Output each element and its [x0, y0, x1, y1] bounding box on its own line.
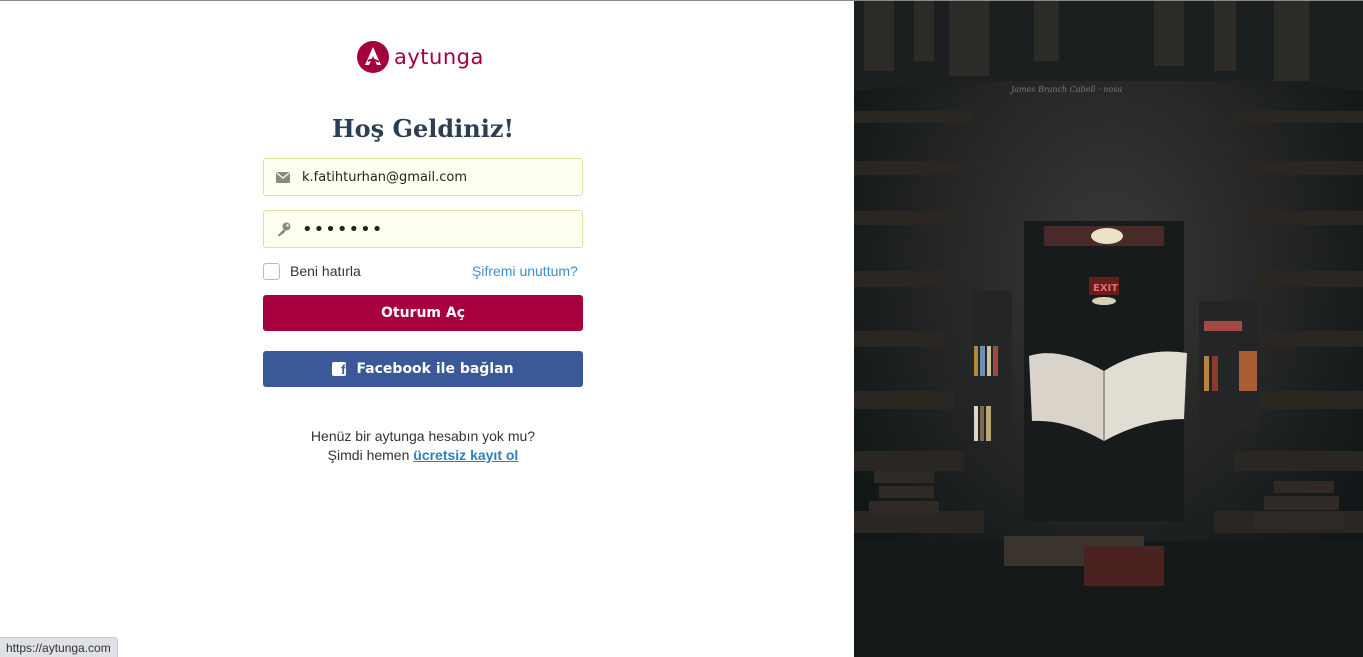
facebook-login-button[interactable]: f Facebook ile bağlan	[263, 351, 583, 387]
signup-prefix: Şimdi hemen	[327, 447, 414, 463]
remember-checkbox[interactable]	[263, 262, 280, 280]
password-field[interactable]	[263, 210, 583, 248]
password-input[interactable]	[302, 211, 572, 247]
envelope-icon	[264, 159, 302, 195]
brand-name: aytunga	[394, 45, 484, 69]
library-illustration: James Branch Cabell · nosa EXIT	[854, 1, 1363, 657]
exit-sign: EXIT	[1093, 283, 1118, 294]
remember-label: Beni hatırla	[290, 263, 361, 279]
book-spine-label: James Branch Cabell · nosa	[1009, 85, 1122, 94]
aytunga-logo-icon	[357, 41, 389, 73]
signup-line1: Henüz bir aytunga hesabın yok mu?	[310, 428, 536, 444]
signup-prompt: Henüz bir aytunga hesabın yok mu? Şimdi …	[263, 427, 583, 465]
key-icon	[264, 211, 302, 247]
facebook-button-label: Facebook ile bağlan	[356, 361, 514, 377]
brand-logo[interactable]: aytunga	[357, 40, 484, 74]
remember-me[interactable]: Beni hatırla	[263, 262, 361, 280]
email-field[interactable]	[263, 158, 583, 196]
forgot-password-link[interactable]: Şifremi unuttum?	[472, 263, 578, 279]
signup-line2: Şimdi hemen ücretsiz kayıt ol	[263, 446, 583, 465]
signup-link[interactable]: ücretsiz kayıt ol	[413, 447, 518, 463]
email-input[interactable]	[302, 159, 572, 195]
status-bar-url: https://aytunga.com	[0, 637, 118, 657]
page-title: Hoş Geldiniz!	[331, 114, 515, 143]
hero-image: James Branch Cabell · nosa EXIT	[854, 1, 1363, 657]
login-panel: aytunga Hoş Geldiniz! Beni hatırla Şifre…	[0, 1, 854, 657]
login-button[interactable]: Oturum Aç	[263, 295, 583, 331]
facebook-icon: f	[332, 362, 347, 376]
